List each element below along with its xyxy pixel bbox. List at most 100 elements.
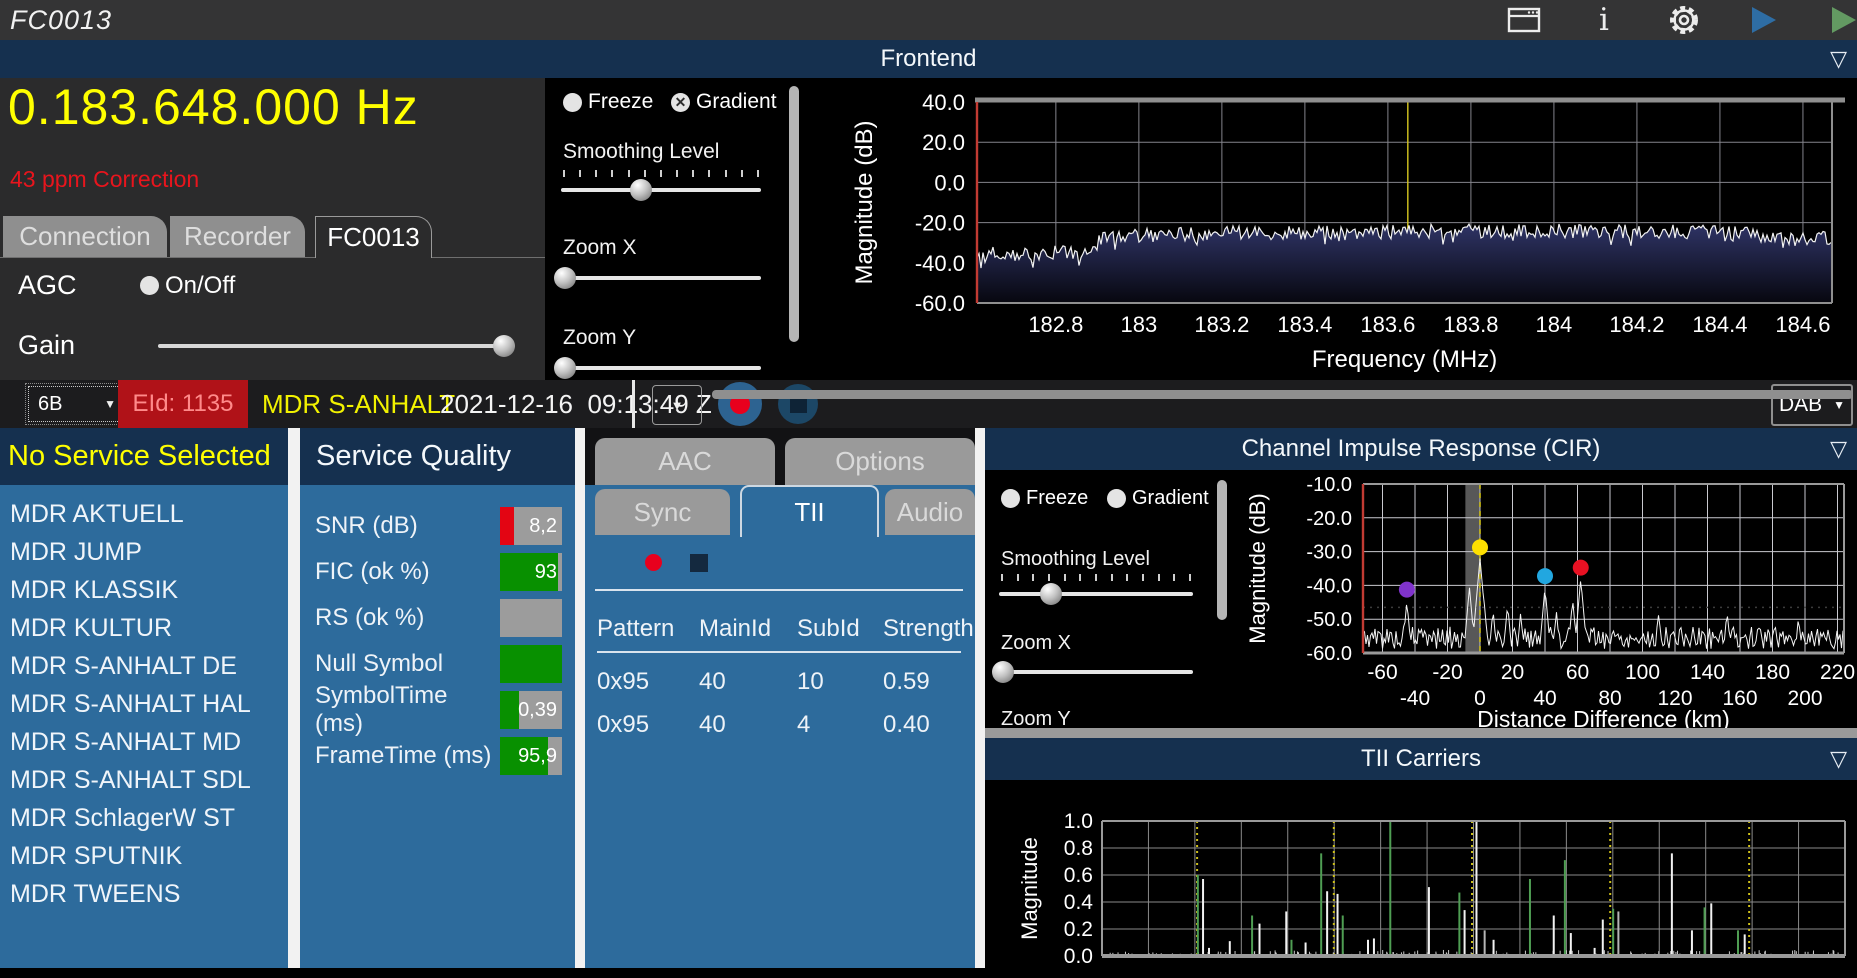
svg-text:Distance Difference (km): Distance Difference (km) (1477, 706, 1730, 728)
cir-zoom-x-slider[interactable] (991, 660, 1193, 684)
selected-service-label: No Service Selected (8, 440, 271, 472)
collapse-triangle-icon[interactable]: ▽ (1830, 48, 1847, 70)
svg-text:1.0: 1.0 (1064, 810, 1093, 833)
svg-text:0.2: 0.2 (1064, 918, 1093, 941)
quality-bar: 93 (500, 553, 562, 591)
service-list-item[interactable]: MDR SchlagerW ST (0, 799, 288, 837)
zoom-x-label: Zoom X (1001, 632, 1072, 654)
stop-indicator-icon[interactable] (690, 554, 708, 572)
tii-table-row[interactable]: 0x95 40 4 0.40 (597, 696, 961, 739)
tab-tii[interactable]: TII (740, 485, 879, 537)
record-button[interactable] (718, 382, 762, 426)
svg-text:184.6: 184.6 (1775, 312, 1830, 337)
service-list-item[interactable]: MDR AKTUELL (0, 495, 288, 533)
record-indicator-icon[interactable] (645, 554, 662, 571)
service-list-item[interactable]: MDR SPUTNIK (0, 837, 288, 875)
spectrum-h-scrollbar[interactable] (712, 390, 1853, 399)
cir-smoothing-slider[interactable] (999, 582, 1193, 606)
tii-col-pattern: Pattern (597, 615, 675, 642)
tii-col-subid: SubId (797, 615, 860, 642)
svg-text:182.8: 182.8 (1028, 312, 1083, 337)
decoder-tabs-row2: Sync TII Audio (585, 485, 975, 537)
tuner-tab-fc0013[interactable]: FC0013 (315, 216, 432, 258)
decoder-scrollbar[interactable] (975, 428, 985, 968)
gradient-radio[interactable] (1107, 489, 1126, 508)
service-list-item[interactable]: MDR S-ANHALT DE (0, 647, 288, 685)
settings-gear-icon[interactable] (1667, 5, 1701, 35)
service-list-item[interactable]: MDR JUMP (0, 533, 288, 571)
quality-bar: 0,39 (500, 691, 562, 729)
svg-text:-10.0: -10.0 (1306, 474, 1352, 496)
tii-cell: 0.40 (883, 711, 930, 738)
chevron-down-icon: ▼ (104, 397, 116, 411)
tii-indicators (585, 553, 975, 573)
title-bar: FC0013 i (0, 0, 1857, 40)
service-list-item[interactable]: MDR S-ANHALT SDL (0, 761, 288, 799)
svg-text:-60: -60 (1367, 661, 1397, 684)
service-list-item[interactable]: MDR S-ANHALT MD (0, 723, 288, 761)
tab-aac[interactable]: AAC (595, 438, 775, 485)
tii-cell: 40 (699, 668, 726, 695)
play-icon-blue[interactable] (1747, 5, 1781, 35)
tuner-tab-recorder[interactable]: Recorder (170, 216, 305, 257)
service-list-header: No Service Selected (0, 428, 288, 485)
quality-label: SNR (dB) (315, 512, 418, 539)
zoom-y-slider[interactable] (554, 356, 761, 380)
svg-text:-60.0: -60.0 (915, 291, 965, 316)
svg-text:140: 140 (1690, 661, 1725, 684)
tab-options[interactable]: Options (785, 438, 975, 485)
tii-cell: 0.59 (883, 668, 930, 695)
service-list-item[interactable]: MDR TWEENS (0, 875, 288, 913)
record-options-button[interactable]: ▼ (652, 385, 702, 425)
svg-text:-20: -20 (1432, 661, 1462, 684)
svg-text:183.4: 183.4 (1277, 312, 1332, 337)
gradient-control[interactable]: ✕ Gradient (671, 90, 777, 114)
svg-text:20: 20 (1501, 661, 1524, 684)
agc-radio[interactable] (140, 276, 159, 295)
controls-scrollbar[interactable] (789, 86, 799, 342)
collapse-triangle-icon[interactable]: ▽ (1830, 438, 1847, 460)
freeze-radio[interactable] (1001, 489, 1020, 508)
zoom-y-label: Zoom Y (563, 326, 637, 349)
cir-h-scrollbar[interactable] (985, 728, 1857, 738)
cir-gradient-control[interactable]: Gradient (1107, 487, 1209, 510)
info-icon[interactable]: i (1587, 4, 1621, 35)
svg-text:0.6: 0.6 (1064, 864, 1093, 887)
window-icon[interactable] (1507, 5, 1541, 35)
play-icon-green[interactable] (1827, 5, 1857, 35)
zoom-y-label: Zoom Y (1001, 708, 1071, 730)
quality-bar: 8,2 (500, 507, 562, 545)
channel-value: 6B (38, 392, 63, 415)
svg-text:Magnitude (dB): Magnitude (dB) (1245, 493, 1270, 643)
quality-bar (500, 645, 562, 683)
freeze-label: Freeze (588, 90, 654, 113)
service-list-item[interactable]: MDR S-ANHALT HAL (0, 685, 288, 723)
agc-row: AGC On/Off (18, 270, 235, 301)
svg-text:0.8: 0.8 (1064, 837, 1093, 860)
gain-slider[interactable] (158, 334, 516, 358)
cir-body: Freeze Gradient Smoothing Level Zoom X Z… (985, 470, 1857, 730)
tuner-tab-connection[interactable]: Connection (3, 216, 167, 257)
freeze-control[interactable]: Freeze (563, 90, 653, 114)
service-list-item[interactable]: MDR KLASSIK (0, 571, 288, 609)
channel-select[interactable]: 6B ▼ (25, 383, 129, 425)
freeze-label: Freeze (1026, 487, 1089, 509)
gradient-radio[interactable]: ✕ (671, 92, 690, 112)
tii-table-row[interactable]: 0x95 40 10 0.59 (597, 653, 961, 696)
tab-audio[interactable]: Audio (885, 489, 975, 535)
collapse-triangle-icon[interactable]: ▽ (1830, 748, 1847, 770)
cir-controls: Freeze Gradient Smoothing Level Zoom X Z… (985, 470, 1231, 730)
quality-row: Null Symbol (300, 641, 575, 687)
service-list-item[interactable]: MDR KULTUR (0, 609, 288, 647)
svg-text:184.2: 184.2 (1609, 312, 1664, 337)
cir-controls-scrollbar[interactable] (1217, 480, 1227, 620)
quality-scrollbar[interactable] (575, 428, 585, 968)
frontend-section: 0.183.648.000 Hz 43 ppm Correction Conne… (0, 78, 1857, 380)
zoom-x-slider[interactable] (554, 266, 761, 290)
tab-sync[interactable]: Sync (595, 489, 730, 535)
service-list-scrollbar[interactable] (288, 428, 300, 968)
cir-freeze-control[interactable]: Freeze (1001, 487, 1088, 510)
smoothing-slider[interactable] (561, 178, 761, 202)
svg-text:-30.0: -30.0 (1306, 542, 1352, 564)
freeze-radio[interactable] (563, 92, 582, 112)
